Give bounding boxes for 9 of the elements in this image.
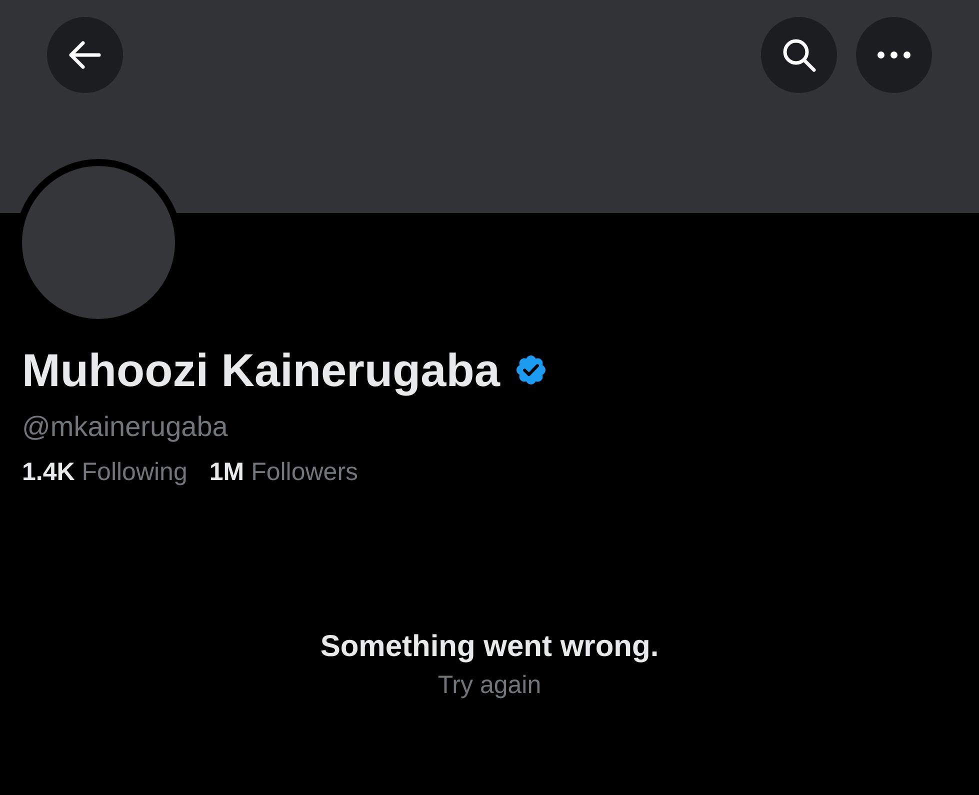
more-icon <box>877 51 911 59</box>
error-message: Something went wrong. <box>320 629 659 665</box>
back-arrow-icon <box>68 40 102 70</box>
stat-link[interactable]: 1.4K Following <box>22 456 188 488</box>
try-again-link[interactable]: Try again <box>438 668 542 702</box>
profile-name: Muhoozi Kainerugaba <box>22 343 500 398</box>
stat-link[interactable]: 1M Followers <box>209 456 358 488</box>
search-icon <box>781 37 817 73</box>
profile-handle: @mkainerugaba <box>22 410 228 444</box>
